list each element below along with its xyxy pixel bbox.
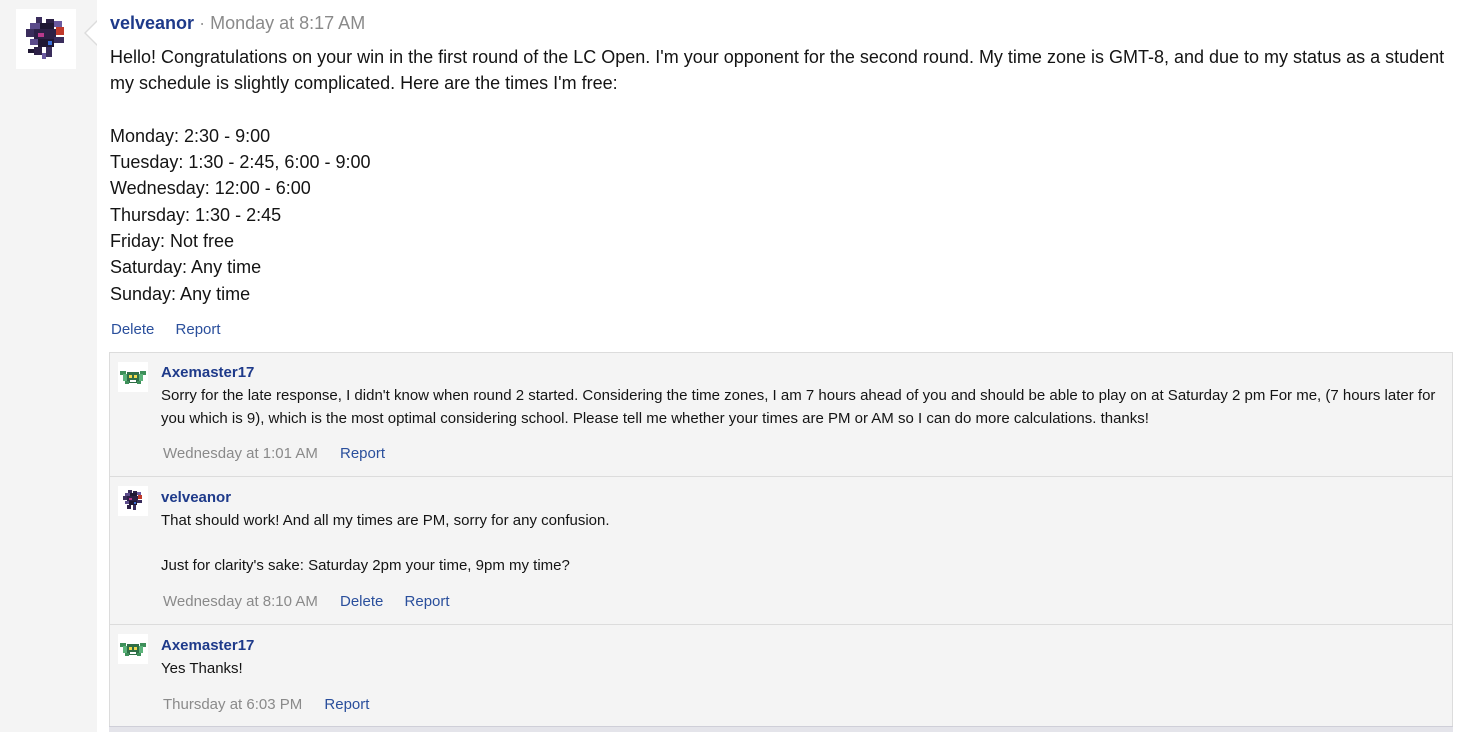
post-author-avatar[interactable] — [16, 9, 76, 69]
dark-purple-dragon-sprite-icon — [123, 490, 142, 510]
report-post-link[interactable]: Report — [176, 321, 221, 338]
comment-line: That should work! And all my times are P… — [161, 512, 610, 529]
comment-meta: Thursday at 6:03 PM Report — [163, 695, 386, 715]
bubble-pointer-fill — [86, 21, 98, 45]
delete-post-link[interactable]: Delete — [111, 321, 154, 338]
comment-timestamp[interactable]: Thursday at 6:03 PM — [163, 696, 302, 713]
comment-meta: Wednesday at 1:01 AM Report — [163, 444, 402, 464]
comment-author-link[interactable]: Axemaster17 — [161, 636, 254, 656]
comment-line: Just for clarity's sake: Saturday 2pm yo… — [161, 557, 570, 575]
post-timestamp[interactable]: Monday at 8:17 AM — [210, 13, 365, 33]
delete-comment-link[interactable]: Delete — [340, 593, 383, 610]
comment-avatar[interactable] — [118, 486, 148, 516]
schedule-line: Friday: Not free — [110, 231, 235, 252]
post-message: Hello! Congratulations on your win in th… — [110, 44, 1450, 307]
comment-timestamp[interactable]: Wednesday at 8:10 AM — [163, 593, 318, 610]
schedule-line: Tuesday: 1:30 - 2:45, 6:00 - 9:00 — [110, 152, 371, 173]
report-comment-link[interactable]: Report — [324, 696, 369, 713]
header-separator: · — [199, 13, 206, 33]
green-bat-sprite-icon — [120, 371, 146, 384]
profile-post-page: velveanor · Monday at 8:17 AM Hello! Con… — [0, 0, 1462, 732]
post-actions: Delete Report — [111, 320, 238, 340]
comment-meta: Wednesday at 8:10 AM Delete Report — [163, 592, 467, 612]
comments-list: Axemaster17 Sorry for the late response,… — [109, 352, 1453, 732]
comment-author-link[interactable]: velveanor — [161, 488, 231, 508]
comment-text: Yes Thanks! — [161, 658, 1436, 681]
comment-avatar[interactable] — [118, 634, 148, 664]
green-bat-sprite-icon — [120, 643, 146, 656]
post-intro-text: Hello! Congratulations on your win in th… — [110, 47, 1445, 94]
comment-item: velveanor That should work! And all my t… — [110, 476, 1452, 624]
schedule-line: Saturday: Any time — [110, 257, 262, 278]
comment-reply-box-edge — [109, 726, 1453, 732]
report-comment-link[interactable]: Report — [405, 593, 450, 610]
post-header: velveanor · Monday at 8:17 AM — [110, 12, 365, 34]
comment-line: Yes Thanks! — [161, 660, 243, 677]
comment-item: Axemaster17 Sorry for the late response,… — [110, 353, 1452, 476]
comment-author-link[interactable]: Axemaster17 — [161, 363, 254, 383]
comment-text: That should work! And all my times are P… — [161, 510, 1436, 578]
schedule-line: Sunday: Any time — [110, 283, 251, 304]
comment-avatar[interactable] — [118, 362, 148, 392]
report-comment-link[interactable]: Report — [340, 445, 385, 462]
comment-text: Sorry for the late response, I didn't kn… — [161, 385, 1436, 430]
dark-purple-dragon-sprite-icon — [26, 17, 64, 59]
schedule-line: Thursday: 1:30 - 2:45 — [110, 204, 282, 225]
post-author-link[interactable]: velveanor — [110, 13, 194, 33]
schedule-line: Wednesday: 12:00 - 6:00 — [110, 178, 311, 199]
comment-timestamp[interactable]: Wednesday at 1:01 AM — [163, 445, 318, 462]
comment-line: Sorry for the late response, I didn't kn… — [161, 387, 1436, 427]
schedule-line: Monday: 2:30 - 9:00 — [110, 125, 271, 146]
comment-item: Axemaster17 Yes Thanks! Thursday at 6:03… — [110, 624, 1452, 732]
